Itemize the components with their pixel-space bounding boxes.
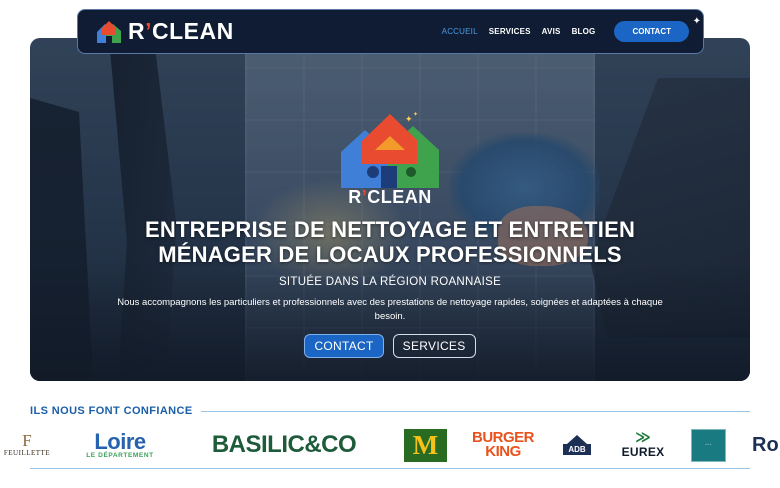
loire-subtitle: LE DÉPARTEMENT bbox=[86, 451, 154, 459]
partner-logo-ro[interactable]: Ro bbox=[752, 426, 780, 464]
svg-text:✦: ✦ bbox=[405, 114, 413, 124]
partner-logo-loire[interactable]: Loire LE DÉPARTEMENT bbox=[78, 426, 162, 464]
house-logo-icon bbox=[94, 19, 124, 45]
feuillette-monogram: F bbox=[22, 431, 32, 450]
hero-subtitle: SITUÉE DANS LA RÉGION ROANNAISE bbox=[278, 276, 502, 288]
nav-contact-button[interactable]: CONTACT bbox=[614, 21, 689, 42]
partner-logo-adb[interactable]: ADB bbox=[560, 426, 594, 464]
partner-logo-eurex[interactable]: ≫ EUREX bbox=[620, 426, 666, 464]
partner-logo-feuillette[interactable]: F FEUILLETTE bbox=[2, 426, 52, 464]
hero-content: ✦ ✦ R’CLEAN ENTREPRISE DE NETTOYAGE ET E… bbox=[30, 110, 750, 358]
sparkle-icon: ✦ bbox=[692, 16, 701, 27]
partner-logo-burger-king[interactable]: BURGER KING bbox=[472, 426, 535, 464]
brand-name: R’CLEAN bbox=[128, 18, 234, 44]
partners-heading: ILS NOUS FONT CONFIANCE bbox=[30, 405, 193, 417]
teal-logo-icon: ◦◦◦ bbox=[691, 428, 726, 462]
hero-buttons: CONTACT SERVICES bbox=[30, 334, 750, 358]
hero-title-line-2: MÉNAGER DE LOCAUX PROFESSIONNELS bbox=[158, 242, 622, 267]
hero-description: Nous accompagnons les particuliers et pr… bbox=[117, 297, 663, 322]
partner-logo-mcdonalds[interactable]: M bbox=[404, 426, 447, 464]
hero-contact-button[interactable]: CONTACT bbox=[304, 334, 384, 358]
partners-heading-row: ILS NOUS FONT CONFIANCE bbox=[30, 405, 750, 417]
adb-roof-icon bbox=[567, 435, 587, 444]
hero-title-line-1: ENTREPRISE DE NETTOYAGE ET ENTRETIEN bbox=[144, 217, 636, 242]
nav-link-accueil[interactable]: ACCUEIL bbox=[442, 27, 478, 36]
nav-link-services[interactable]: SERVICES bbox=[489, 27, 531, 36]
house-logo-icon: ✦ ✦ bbox=[341, 111, 439, 188]
nav-links: ACCUEIL SERVICES AVIS BLOG CONTACT bbox=[442, 21, 689, 42]
nav-link-blog[interactable]: BLOG bbox=[572, 27, 596, 36]
eurex-mark-icon: ≫ bbox=[635, 429, 651, 446]
hero-logo: ✦ ✦ R’CLEAN bbox=[335, 110, 445, 208]
top-navbar: R’CLEAN ACCUEIL SERVICES AVIS BLOG CONTA… bbox=[77, 9, 704, 54]
feuillette-wordmark: FEUILLETTE bbox=[3, 449, 51, 457]
partner-logo-teal[interactable]: ◦◦◦ bbox=[691, 426, 726, 464]
brand-logo-link[interactable]: R’CLEAN bbox=[94, 18, 234, 45]
hero-title: ENTREPRISE DE NETTOYAGE ET ENTRETIEN MÉN… bbox=[30, 217, 750, 267]
partner-logos: F FEUILLETTE Loire LE DÉPARTEMENT BASILI… bbox=[0, 426, 780, 464]
svg-text:✦: ✦ bbox=[413, 111, 418, 118]
partner-logo-basilic[interactable]: BASILIC&CO bbox=[192, 426, 376, 464]
divider bbox=[200, 410, 750, 412]
mcdonalds-arches-icon: M bbox=[404, 428, 447, 462]
bk-line-2: KING bbox=[485, 443, 521, 460]
nav-link-avis[interactable]: AVIS bbox=[542, 27, 561, 36]
eurex-wordmark: EUREX bbox=[621, 445, 665, 459]
loire-wordmark: Loire bbox=[94, 428, 146, 454]
divider bbox=[30, 468, 750, 469]
hero-logo-text: R’CLEAN bbox=[348, 187, 432, 207]
adb-wordmark: ADB bbox=[563, 444, 591, 455]
hero-services-button[interactable]: SERVICES bbox=[392, 334, 476, 358]
